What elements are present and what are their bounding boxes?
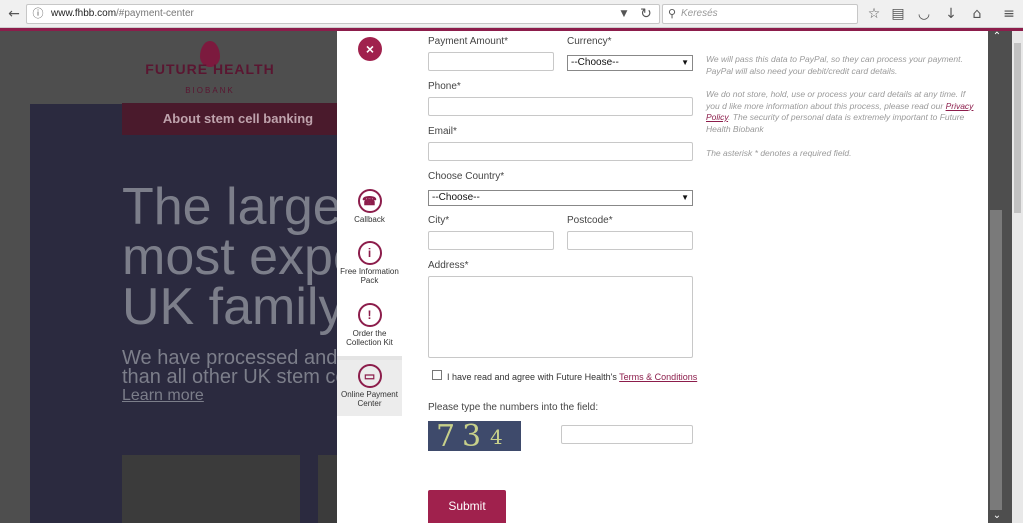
email-input[interactable] <box>428 142 693 161</box>
captcha-digit: 4 <box>490 425 503 449</box>
url-host: www.fhbb.com <box>51 8 117 19</box>
site-photo <box>318 455 337 523</box>
alert-icon: ! <box>357 303 382 327</box>
chevron-down-icon: ▼ <box>681 58 689 67</box>
asterisk-note: The asterisk * denotes a required field. <box>706 148 852 158</box>
scroll-down-icon[interactable]: ⌄ <box>990 510 1004 522</box>
home-icon[interactable]: ⌂ <box>967 4 987 24</box>
email-label: Email* <box>428 126 457 137</box>
search-placeholder: Keresés <box>681 8 718 19</box>
country-select[interactable]: --Choose-- ▼ <box>428 190 693 206</box>
country-label: Choose Country* <box>428 171 505 182</box>
paypal-note: We will pass this data to PayPal, so the… <box>706 54 963 76</box>
submit-button[interactable]: Submit <box>428 490 506 523</box>
side-nav-callback[interactable]: ☎ Callback <box>337 189 402 225</box>
address-textarea[interactable] <box>428 276 693 358</box>
side-nav-label: Online Payment Center <box>341 390 398 408</box>
mother-baby-photo <box>122 455 300 523</box>
close-button[interactable]: × <box>358 37 382 61</box>
privacy-note-text: We do not store, hold, use or process yo… <box>706 89 966 111</box>
captcha-input[interactable] <box>561 425 693 444</box>
url-bar[interactable]: ⓘ www.fhbb.com/#payment-center <box>26 4 660 24</box>
phone-label: Phone* <box>428 81 461 92</box>
currency-label: Currency* <box>567 36 612 47</box>
logo-text-line2: BIOBANK <box>185 86 235 95</box>
pocket-icon[interactable]: ◡ <box>914 4 934 24</box>
search-input[interactable]: ⚲ Keresés <box>662 4 858 24</box>
phone-icon: ☎ <box>357 189 382 213</box>
side-nav-online-payment-center[interactable]: ▭ Online Payment Center <box>337 360 402 416</box>
phone-input[interactable] <box>428 97 693 116</box>
postcode-label: Postcode* <box>567 215 613 226</box>
privacy-note-text: . The security of personal data is extre… <box>706 112 965 134</box>
scroll-up-icon[interactable]: ⌃ <box>990 31 1004 43</box>
payment-amount-label: Payment Amount* <box>428 36 509 47</box>
country-selected-value: --Choose-- <box>432 192 480 203</box>
terms-label: I have read and agree with Future Health… <box>447 372 697 382</box>
about-stem-cell-button[interactable]: About stem cell banking <box>122 103 354 135</box>
terms-checkbox[interactable] <box>432 370 442 380</box>
captcha-label: Please type the numbers into the field: <box>428 402 599 413</box>
logo-text-line1: FUTURE HEALTH <box>145 61 275 77</box>
page-scrollbar[interactable] <box>1012 31 1023 523</box>
currency-selected-value: --Choose-- <box>571 57 619 68</box>
bookmark-star-icon[interactable]: ☆ <box>864 4 884 24</box>
city-input[interactable] <box>428 231 554 250</box>
future-health-logo[interactable]: FUTURE HEALTH BIOBANK <box>145 41 275 96</box>
download-icon[interactable]: ↓ <box>941 4 961 24</box>
side-nav-free-information-pack[interactable]: i Free Information Pack <box>337 241 402 287</box>
side-nav-order-collection-kit[interactable]: ! Order the Collection Kit <box>337 303 402 349</box>
page-scrollbar-thumb[interactable] <box>1014 43 1021 213</box>
dropdown-arrow-icon[interactable]: ▼ <box>614 4 634 24</box>
postcode-input[interactable] <box>567 231 693 250</box>
side-nav-label: Free Information Pack <box>340 267 399 285</box>
terms-conditions-link[interactable]: Terms & Conditions <box>619 372 697 382</box>
reload-icon[interactable]: ↻ <box>636 4 656 24</box>
back-icon[interactable]: ← <box>4 4 24 24</box>
captcha-image: 7 3 4 <box>428 421 521 451</box>
side-nav-label: Order the Collection Kit <box>346 329 393 347</box>
url-path: /#payment-center <box>116 8 194 19</box>
captcha-digit: 7 <box>436 421 456 451</box>
city-label: City* <box>428 215 450 226</box>
reading-list-icon[interactable]: ▤ <box>888 4 908 24</box>
chevron-down-icon: ▼ <box>681 193 689 202</box>
learn-more-link[interactable]: Learn more <box>122 387 204 405</box>
privacy-note: We do not store, hold, use or process yo… <box>706 89 976 135</box>
terms-prefix: I have read and agree with Future Health… <box>447 372 617 382</box>
search-icon: ⚲ <box>667 7 677 20</box>
info-icon[interactable]: ⓘ <box>29 4 47 22</box>
info-icon: i <box>357 241 382 265</box>
payment-amount-input[interactable] <box>428 52 554 71</box>
captcha-digit: 3 <box>462 421 482 451</box>
menu-icon[interactable]: ≡ <box>999 4 1019 24</box>
browser-toolbar: ← ⓘ www.fhbb.com/#payment-center ▼ ↻ ⚲ K… <box>0 0 1023 28</box>
address-label: Address* <box>428 260 469 271</box>
modal-scrollbar-thumb[interactable] <box>990 210 1002 510</box>
hero-subtext: than all other UK stem cell b <box>122 366 373 388</box>
side-nav-label: Callback <box>354 215 385 224</box>
currency-select[interactable]: --Choose-- ▼ <box>567 55 693 71</box>
credit-card-icon: ▭ <box>357 364 382 388</box>
